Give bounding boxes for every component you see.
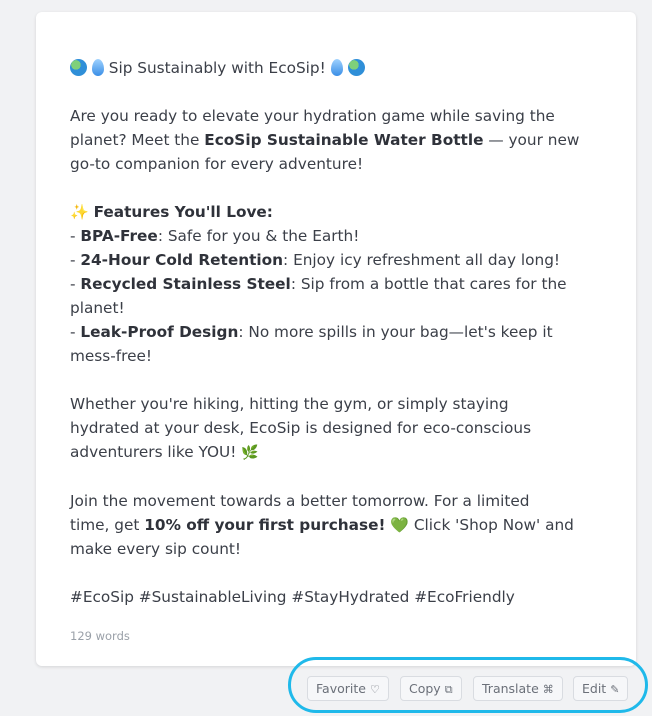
features-heading: ✨ Features You'll Love:: [70, 200, 602, 224]
intro-text: planet? Meet the: [70, 131, 205, 149]
body-paragraph: Whether you're hiking, hitting the gym, …: [70, 392, 602, 465]
edit-label: Edit: [582, 681, 607, 696]
hashtags: #EcoSip #SustainableLiving #StayHydrated…: [70, 588, 515, 606]
herb-emoji-icon: 🌿: [241, 445, 259, 461]
body-line: adventurers like YOU! 🌿: [70, 440, 602, 465]
feature-item: - 24-Hour Cold Retention: Enjoy icy refr…: [70, 251, 561, 269]
intro-text: — your new: [483, 131, 580, 149]
translate-button[interactable]: Translate ⌘: [473, 676, 563, 701]
feature-text: : Safe for you & the Earth!: [157, 227, 360, 245]
cta-line: time, get 10% off your first purchase! 💚…: [70, 513, 602, 537]
word-count: 129 words: [70, 629, 130, 643]
feature-item: - BPA-Free: Safe for you & the Earth!: [70, 227, 360, 245]
feature-text: : Sip from a bottle that cares for the: [290, 275, 567, 293]
sparkles-emoji-icon: ✨: [70, 203, 89, 221]
feature-item: - Recycled Stainless Steel: Sip from a b…: [70, 275, 567, 293]
edit-button[interactable]: Edit ✎: [573, 676, 629, 701]
feature-text-continued: mess-free!: [70, 347, 153, 365]
feature-name: Recycled Stainless Steel: [80, 275, 291, 293]
cta-line: make every sip count!: [70, 540, 242, 558]
feature-text-continued: planet!: [70, 299, 125, 317]
feature-item: - Leak-Proof Design: No more spills in y…: [70, 323, 553, 341]
body-line: hydrated at your desk, EcoSip is designe…: [70, 419, 532, 437]
post-title-text: Sip Sustainably with EcoSip!: [108, 59, 326, 77]
cta-paragraph: Join the movement towards a better tomor…: [70, 489, 602, 561]
feature-text: : Enjoy icy refreshment all day long!: [283, 251, 561, 269]
intro-line: Are you ready to elevate your hydration …: [70, 107, 555, 125]
feature-name: 24-Hour Cold Retention: [80, 251, 284, 269]
feature-name: Leak-Proof Design: [80, 323, 239, 341]
globe-emoji-icon: [70, 59, 87, 76]
green-heart-emoji-icon: 💚: [390, 516, 409, 534]
cta-text: time, get: [70, 516, 145, 534]
cta-line: Join the movement towards a better tomor…: [70, 492, 530, 510]
discount-offer: 10% off your first purchase!: [144, 516, 386, 534]
copy-label: Copy: [409, 681, 441, 696]
intro-line: planet? Meet the EcoSip Sustainable Wate…: [70, 128, 602, 152]
features-section: ✨ Features You'll Love: - BPA-Free: Safe…: [70, 200, 602, 368]
droplet-emoji-icon: [91, 59, 104, 76]
body-line: Whether you're hiking, hitting the gym, …: [70, 395, 509, 413]
translate-icon: ⌘: [542, 683, 554, 696]
copy-button[interactable]: Copy ⧉: [400, 676, 462, 701]
feature-name: BPA-Free: [80, 227, 158, 245]
favorite-button[interactable]: Favorite ♡: [307, 676, 389, 701]
favorite-label: Favorite: [316, 681, 366, 696]
features-heading-text: Features You'll Love:: [93, 203, 273, 221]
translate-label: Translate: [482, 681, 539, 696]
droplet-emoji-icon: [330, 59, 343, 76]
generated-post-card: Sip Sustainably with EcoSip! Are you rea…: [36, 12, 636, 666]
post-title: Sip Sustainably with EcoSip!: [70, 56, 602, 80]
body-text: adventurers like YOU!: [70, 443, 237, 461]
feature-text: : No more spills in your bag—let's keep …: [238, 323, 553, 341]
copy-icon: ⧉: [444, 683, 453, 696]
action-bar: Favorite ♡ Copy ⧉ Translate ⌘ Edit ✎: [0, 676, 652, 702]
intro-paragraph: Are you ready to elevate your hydration …: [70, 104, 602, 176]
product-name: EcoSip Sustainable Water Bottle: [204, 131, 484, 149]
pencil-icon: ✎: [610, 683, 620, 696]
intro-line: go-to companion for every adventure!: [70, 155, 364, 173]
globe-emoji-icon: [347, 59, 365, 76]
heart-outline-icon: ♡: [369, 683, 380, 696]
cta-text: Click 'Shop Now' and: [409, 516, 574, 534]
